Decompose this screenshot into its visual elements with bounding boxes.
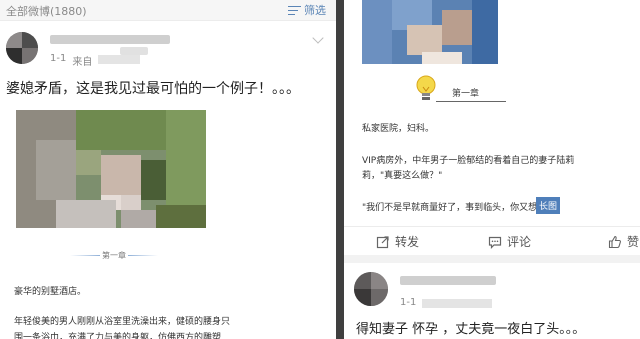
left-panel: 全部微博(1880) 筛选 1-1 来自 婆媳矛盾，这是我见过最可怕的一个例子！… [0,0,336,339]
image-text-line-4: "我们不是早就商量好了，事到临头，你又想反悔 [362,203,556,213]
filter-label: 筛选 [304,4,326,17]
post-title: 得知妻子 怀孕 ，丈夫竟一夜白了头。。。 [356,322,586,337]
like-label: 赞 [627,235,640,249]
right-panel: 第一章 私家医院，妇科。 VIP病房外，中年男子一脸郁结的看着自己的妻子陆莉 莉… [344,0,640,339]
username-blurred[interactable] [50,35,170,44]
repost-button[interactable]: 转发 [376,233,419,250]
avatar[interactable] [354,272,388,306]
image-text-line-3: 莉，"真要这么做？" [362,171,443,181]
chapter-label: 第一章 [102,251,126,260]
long-image-badge[interactable]: 长图 [536,197,561,214]
body-text-line-2: 年轻俊美的男人刚刚从浴室里洗澡出来，健硕的腰身只 [14,317,231,327]
post-timestamp: 1-1 [50,53,67,64]
username-blurred[interactable] [400,276,496,285]
like-icon [608,235,621,248]
post-image-top[interactable] [362,0,498,64]
repost-label: 转发 [395,235,420,249]
filter-icon [288,5,301,16]
lightbulb-icon [416,75,436,100]
weibo-count-bar: 全部微博(1880) 筛选 [0,0,336,21]
like-button[interactable]: 赞 [608,233,639,250]
avatar[interactable] [6,32,38,64]
comment-icon [488,236,502,249]
post-timestamp: 1-1 [400,297,417,308]
comment-button[interactable]: 评论 [488,233,531,250]
repost-icon [376,235,389,248]
post-title: 婆媳矛盾，这是我见过最可怕的一个例子！。。。 [6,81,300,97]
post-source-blurred [422,299,493,308]
filter-button[interactable]: 筛选 [288,2,326,18]
chapter-label-right: 第一章 [452,89,480,99]
weibo-count-label: 全部微博(1880) [6,5,87,18]
chevron-down-icon[interactable] [312,32,324,44]
panel-divider [336,0,344,339]
post-source-prefix: 来自 [72,57,93,68]
post-source-blurred [98,55,141,64]
feed-separator [344,255,640,263]
image-text-line-1: 私家医院，妇科。 [362,124,435,134]
post-action-bar: 转发 评论 赞 [344,226,640,256]
post-meta: 1-1 来自 [50,53,141,68]
image-text-line-2: VIP病房外，中年男子一脸郁结的看着自己的妻子陆莉 [362,156,575,166]
comment-label: 评论 [507,235,532,249]
post-image[interactable] [16,110,206,228]
body-text-line-1: 豪华的别墅酒店。 [14,287,87,297]
body-text-line-3: 围一条浴巾，充满了力与美的身躯，仿佛西方的雕塑 [14,333,222,339]
post-meta: 1-1 [400,297,493,308]
